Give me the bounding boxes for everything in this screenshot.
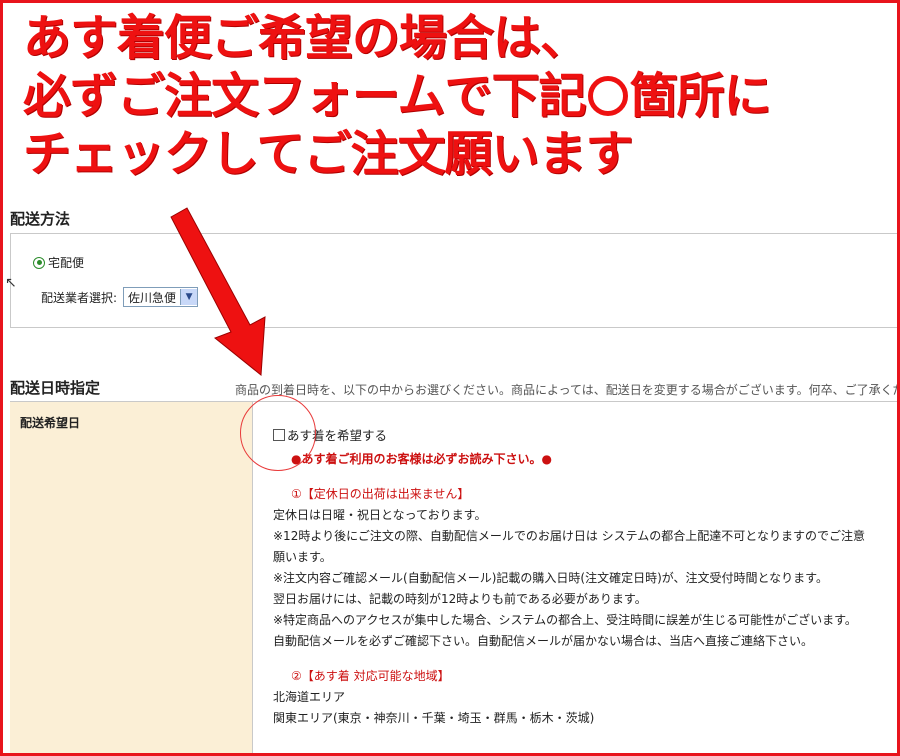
- screenshot-frame: あす着便ご希望の場合は、 必ずご注文フォームで下記 箇所に チェックしてご注文願い…: [0, 0, 900, 756]
- red-arrow-icon: [170, 207, 266, 376]
